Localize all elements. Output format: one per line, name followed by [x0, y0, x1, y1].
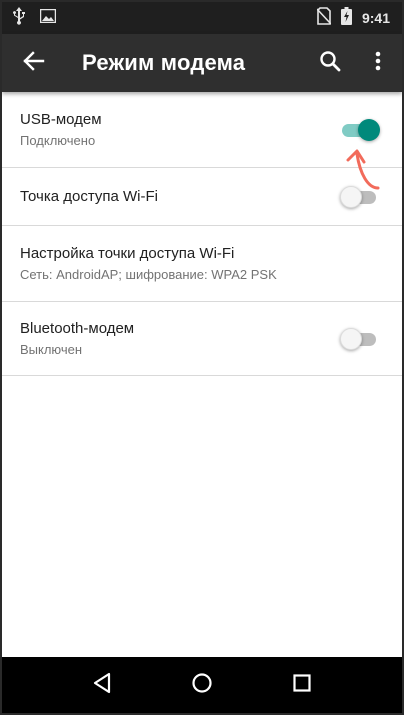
setting-title: Точка доступа Wi-Fi — [20, 187, 158, 205]
app-bar: Режим модема — [2, 34, 402, 92]
setting-subtitle: Подключено — [20, 132, 96, 148]
search-icon — [319, 50, 341, 77]
setting-subtitle: Выключен — [20, 341, 83, 357]
navigation-bar — [2, 657, 402, 713]
setting-title: Настройка точки доступа Wi-Fi — [20, 244, 235, 262]
switch-thumb — [340, 327, 362, 350]
clock: 9:41 — [361, 10, 390, 26]
nav-back-button[interactable] — [78, 661, 126, 709]
arrow-back-icon — [23, 50, 45, 77]
back-triangle-icon — [92, 672, 112, 699]
home-circle-icon — [191, 672, 213, 699]
search-button[interactable] — [306, 34, 354, 92]
nav-recents-button[interactable] — [278, 661, 326, 709]
setting-subtitle: Сеть: AndroidAP; шифрование: WPA2 PSK — [20, 266, 277, 282]
settings-list: USB-модем Подключено Точка доступа Wi-Fi… — [2, 92, 402, 376]
more-vert-icon — [375, 51, 381, 76]
battery-charging-icon — [340, 6, 352, 30]
no-sim-icon — [316, 6, 332, 30]
bluetooth-tethering-row[interactable]: Bluetooth-модем Выключен — [2, 302, 402, 376]
bluetooth-tethering-switch[interactable] — [340, 327, 380, 350]
annotation-arrow-icon — [338, 138, 384, 198]
status-bar: 9:41 — [2, 2, 402, 34]
nav-home-button[interactable] — [178, 661, 226, 709]
recents-square-icon — [292, 673, 312, 698]
back-button[interactable] — [6, 34, 62, 92]
overflow-menu-button[interactable] — [354, 34, 402, 92]
setting-title: USB-модем — [20, 110, 102, 128]
hotspot-settings-row[interactable]: Настройка точки доступа Wi-Fi Сеть: Andr… — [2, 226, 402, 302]
setting-title: Bluetooth-модем — [20, 319, 135, 337]
page-title: Режим модема — [82, 50, 246, 75]
image-icon — [39, 8, 57, 28]
phone-screen: 9:41 Режим модема USB-модем Подключено Т… — [0, 0, 404, 715]
usb-icon — [12, 6, 26, 30]
